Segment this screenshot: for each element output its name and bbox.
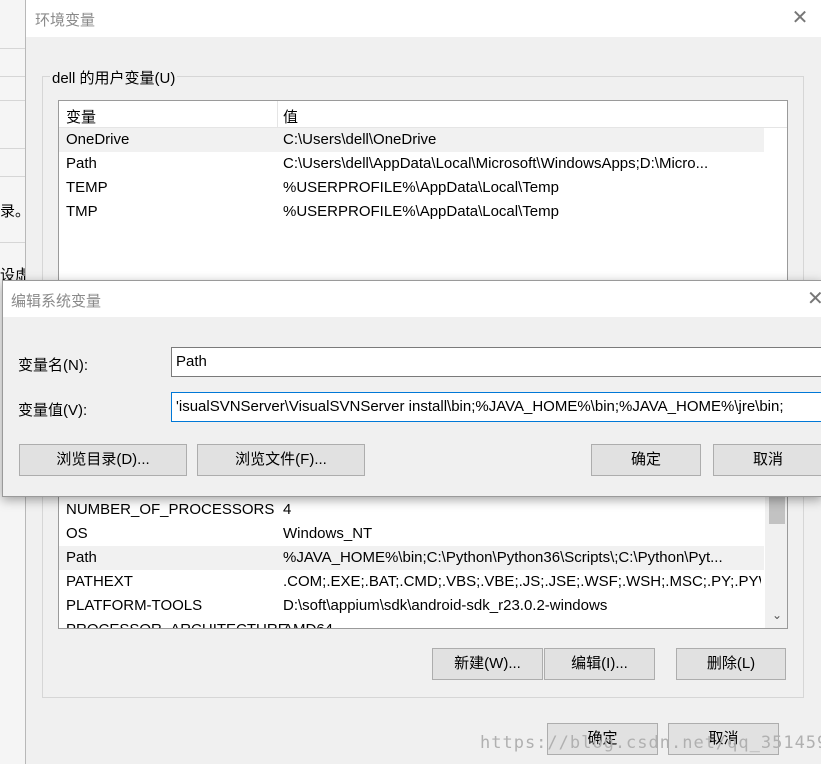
variable-name-label: 变量名(N): — [18, 357, 88, 374]
close-icon[interactable]: ✕ — [807, 287, 821, 311]
list-item[interactable]: OneDrive C:\Users\dell\OneDrive — [59, 128, 764, 152]
browse-file-button[interactable]: 浏览文件(F)... — [197, 444, 365, 476]
variable-value: C:\Users\dell\AppData\Local\Microsoft\Wi… — [283, 155, 709, 172]
variable-name: PATHEXT — [66, 573, 133, 590]
variable-name: OneDrive — [66, 131, 130, 148]
variable-name: Path — [66, 155, 97, 172]
user-variables-list[interactable]: 变量 值 OneDrive C:\Users\dell\OneDrive Pat… — [58, 100, 788, 292]
list-item[interactable]: PATHEXT .COM;.EXE;.BAT;.CMD;.VBS;.VBE;.J… — [59, 570, 764, 594]
ok-button[interactable]: 确定 — [591, 444, 701, 476]
column-header-name[interactable]: 变量 — [66, 106, 96, 127]
dialog-title: 环境变量 — [35, 12, 96, 29]
title-bar: 环境变量 ✕ — [26, 0, 821, 37]
variable-name: Path — [66, 549, 97, 566]
variable-value: C:\Users\dell\OneDrive — [283, 131, 437, 148]
variable-name: OS — [66, 525, 88, 542]
user-variables-label: dell 的用户变量(U) — [50, 67, 178, 88]
list-item[interactable]: NUMBER_OF_PROCESSORS 4 — [59, 498, 764, 522]
variable-value: Windows_NT — [283, 525, 373, 542]
list-item[interactable]: Path C:\Users\dell\AppData\Local\Microso… — [59, 152, 764, 176]
scrollbar-thumb[interactable] — [769, 496, 785, 524]
list-header: 变量 值 — [59, 101, 787, 128]
list-item[interactable]: TMP %USERPROFILE%\AppData\Local\Temp — [59, 200, 764, 224]
edit-button[interactable]: 编辑(I)... — [544, 648, 655, 680]
dialog-title: 编辑系统变量 — [11, 293, 102, 310]
variable-value-field[interactable]: 'isualSVNServer\VisualSVNServer install\… — [171, 392, 821, 422]
list-item[interactable]: PROCESSOR_ARCHITECTURE AMD64 — [59, 618, 764, 628]
variable-value: %USERPROFILE%\AppData\Local\Temp — [283, 203, 559, 220]
browse-directory-button[interactable]: 浏览目录(D)... — [19, 444, 187, 476]
variable-value: .COM;.EXE;.BAT;.CMD;.VBS;.VBE;.JS;.JSE;.… — [283, 573, 761, 590]
column-header-value[interactable]: 值 — [283, 106, 298, 127]
edit-system-variable-dialog: 编辑系统变量 ✕ 变量名(N): 变量值(V): Path 'isualSVNS… — [2, 280, 821, 497]
list-item[interactable]: Path %JAVA_HOME%\bin;C:\Python\Python36\… — [59, 546, 764, 570]
variable-name: TEMP — [66, 179, 108, 196]
delete-button[interactable]: 删除(L) — [676, 648, 786, 680]
variable-name-field[interactable]: Path — [171, 347, 821, 377]
chevron-down-icon[interactable]: ⌄ — [770, 608, 784, 624]
list-item[interactable]: TEMP %USERPROFILE%\AppData\Local\Temp — [59, 176, 764, 200]
variable-value: D:\soft\appium\sdk\android-sdk_r23.0.2-w… — [283, 597, 608, 614]
list-item[interactable]: OS Windows_NT — [59, 522, 764, 546]
variable-name: TMP — [66, 203, 98, 220]
title-bar: 编辑系统变量 ✕ — [3, 281, 821, 317]
variable-name: PLATFORM-TOOLS — [66, 597, 203, 614]
variable-name: NUMBER_OF_PROCESSORS — [66, 501, 275, 518]
variable-name: PROCESSOR_ARCHITECTURE — [66, 621, 288, 628]
close-icon[interactable]: ✕ — [788, 6, 812, 30]
variable-value: AMD64 — [283, 621, 761, 628]
variable-value: %JAVA_HOME%\bin;C:\Python\Python36\Scrip… — [283, 549, 723, 566]
new-button[interactable]: 新建(W)... — [432, 648, 543, 680]
variable-value-label: 变量值(V): — [18, 402, 88, 419]
variable-value: 4 — [283, 501, 292, 518]
watermark: https://blog.csdn.net/qq_35145947 — [480, 733, 821, 753]
cancel-button[interactable]: 取消 — [713, 444, 821, 476]
variable-value: %USERPROFILE%\AppData\Local\Temp — [283, 179, 559, 196]
list-item[interactable]: PLATFORM-TOOLS D:\soft\appium\sdk\androi… — [59, 594, 764, 618]
